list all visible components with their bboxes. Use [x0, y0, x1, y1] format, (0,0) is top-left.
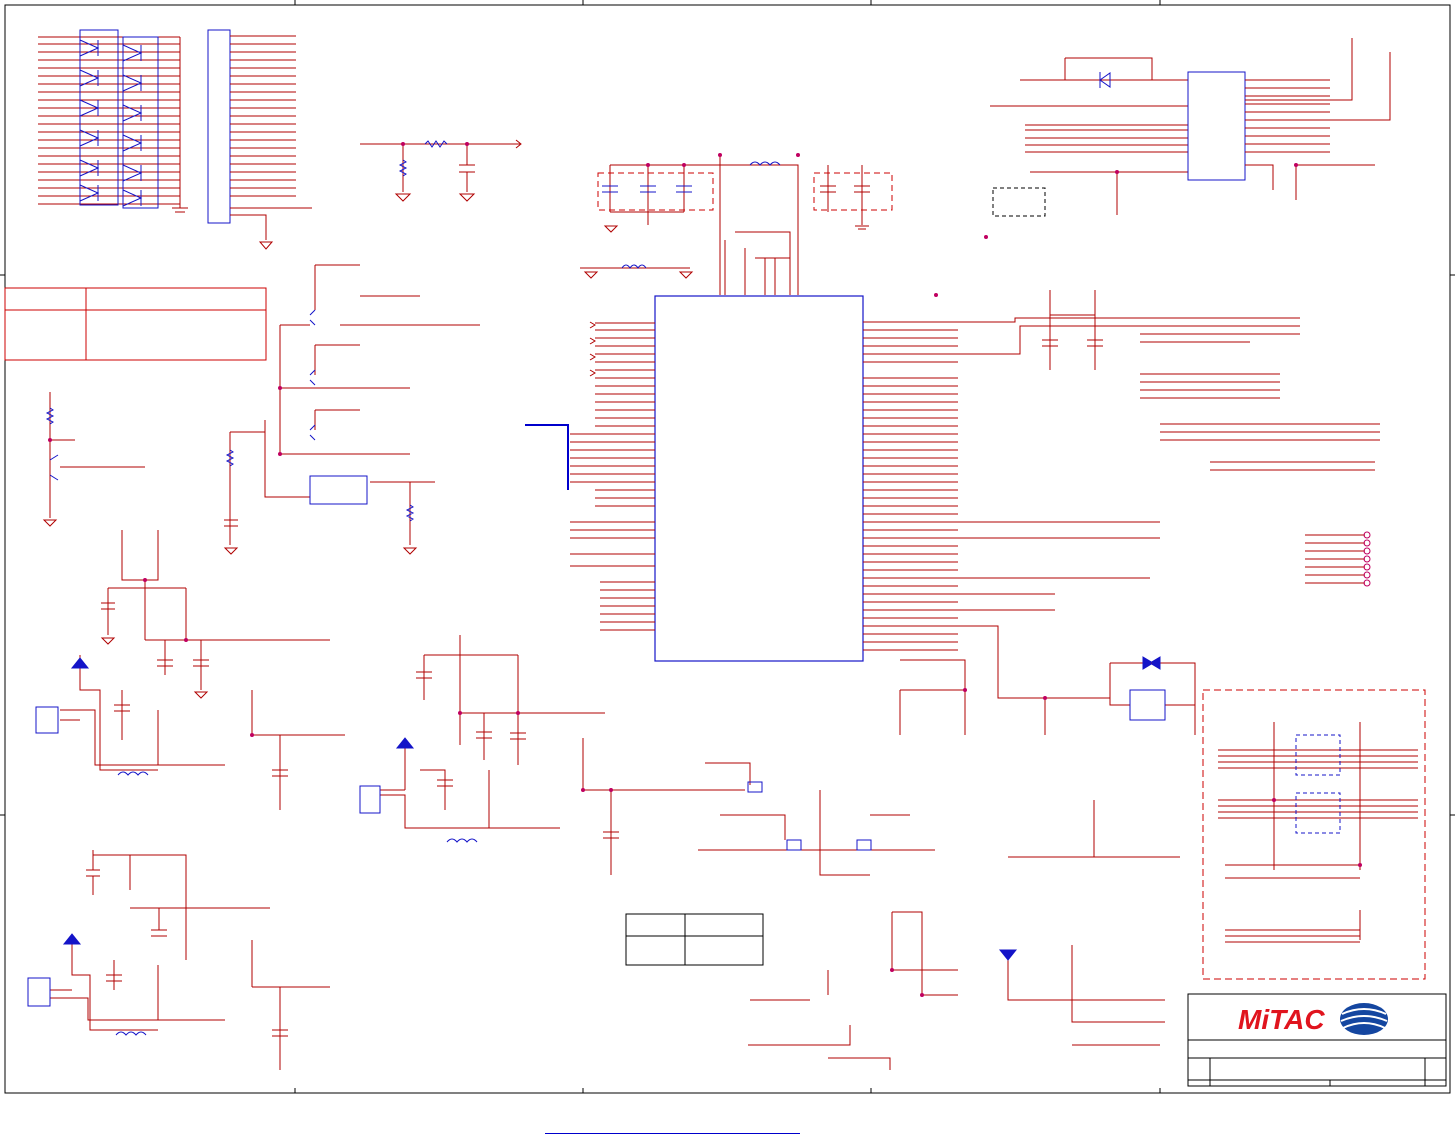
- connector-diode-array: [38, 29, 312, 250]
- transistor-pair: [748, 911, 958, 1070]
- company-logo: MiTAC: [1238, 1003, 1388, 1035]
- reference-table: [4, 287, 267, 361]
- svg-text:MiTAC: MiTAC: [1238, 1004, 1325, 1035]
- sheet-border: [0, 0, 1455, 1094]
- main-ic: [525, 295, 1160, 699]
- right-top-circuit: [990, 38, 1391, 215]
- power-switch-circuit-1: [35, 530, 345, 810]
- bottom-right-transistors: [998, 800, 1180, 1046]
- junction-dots: [48, 142, 1362, 997]
- relay-circuit: [899, 656, 1196, 735]
- rc-filter: [360, 139, 522, 202]
- resistor-array-box: [1202, 689, 1426, 980]
- globe-icon: [1340, 1003, 1388, 1035]
- hyperlink-underline[interactable]: [545, 1133, 800, 1134]
- reference-table-2: [625, 913, 764, 966]
- power-switch-circuit-3: [359, 635, 745, 875]
- transistor-switches: [42, 264, 480, 555]
- decoupling-caps: [580, 155, 893, 295]
- power-switch-circuit-2: [27, 850, 330, 1070]
- schematic-sheet: MiTAC: [0, 0, 1455, 1094]
- mosfet-switches: [698, 762, 935, 876]
